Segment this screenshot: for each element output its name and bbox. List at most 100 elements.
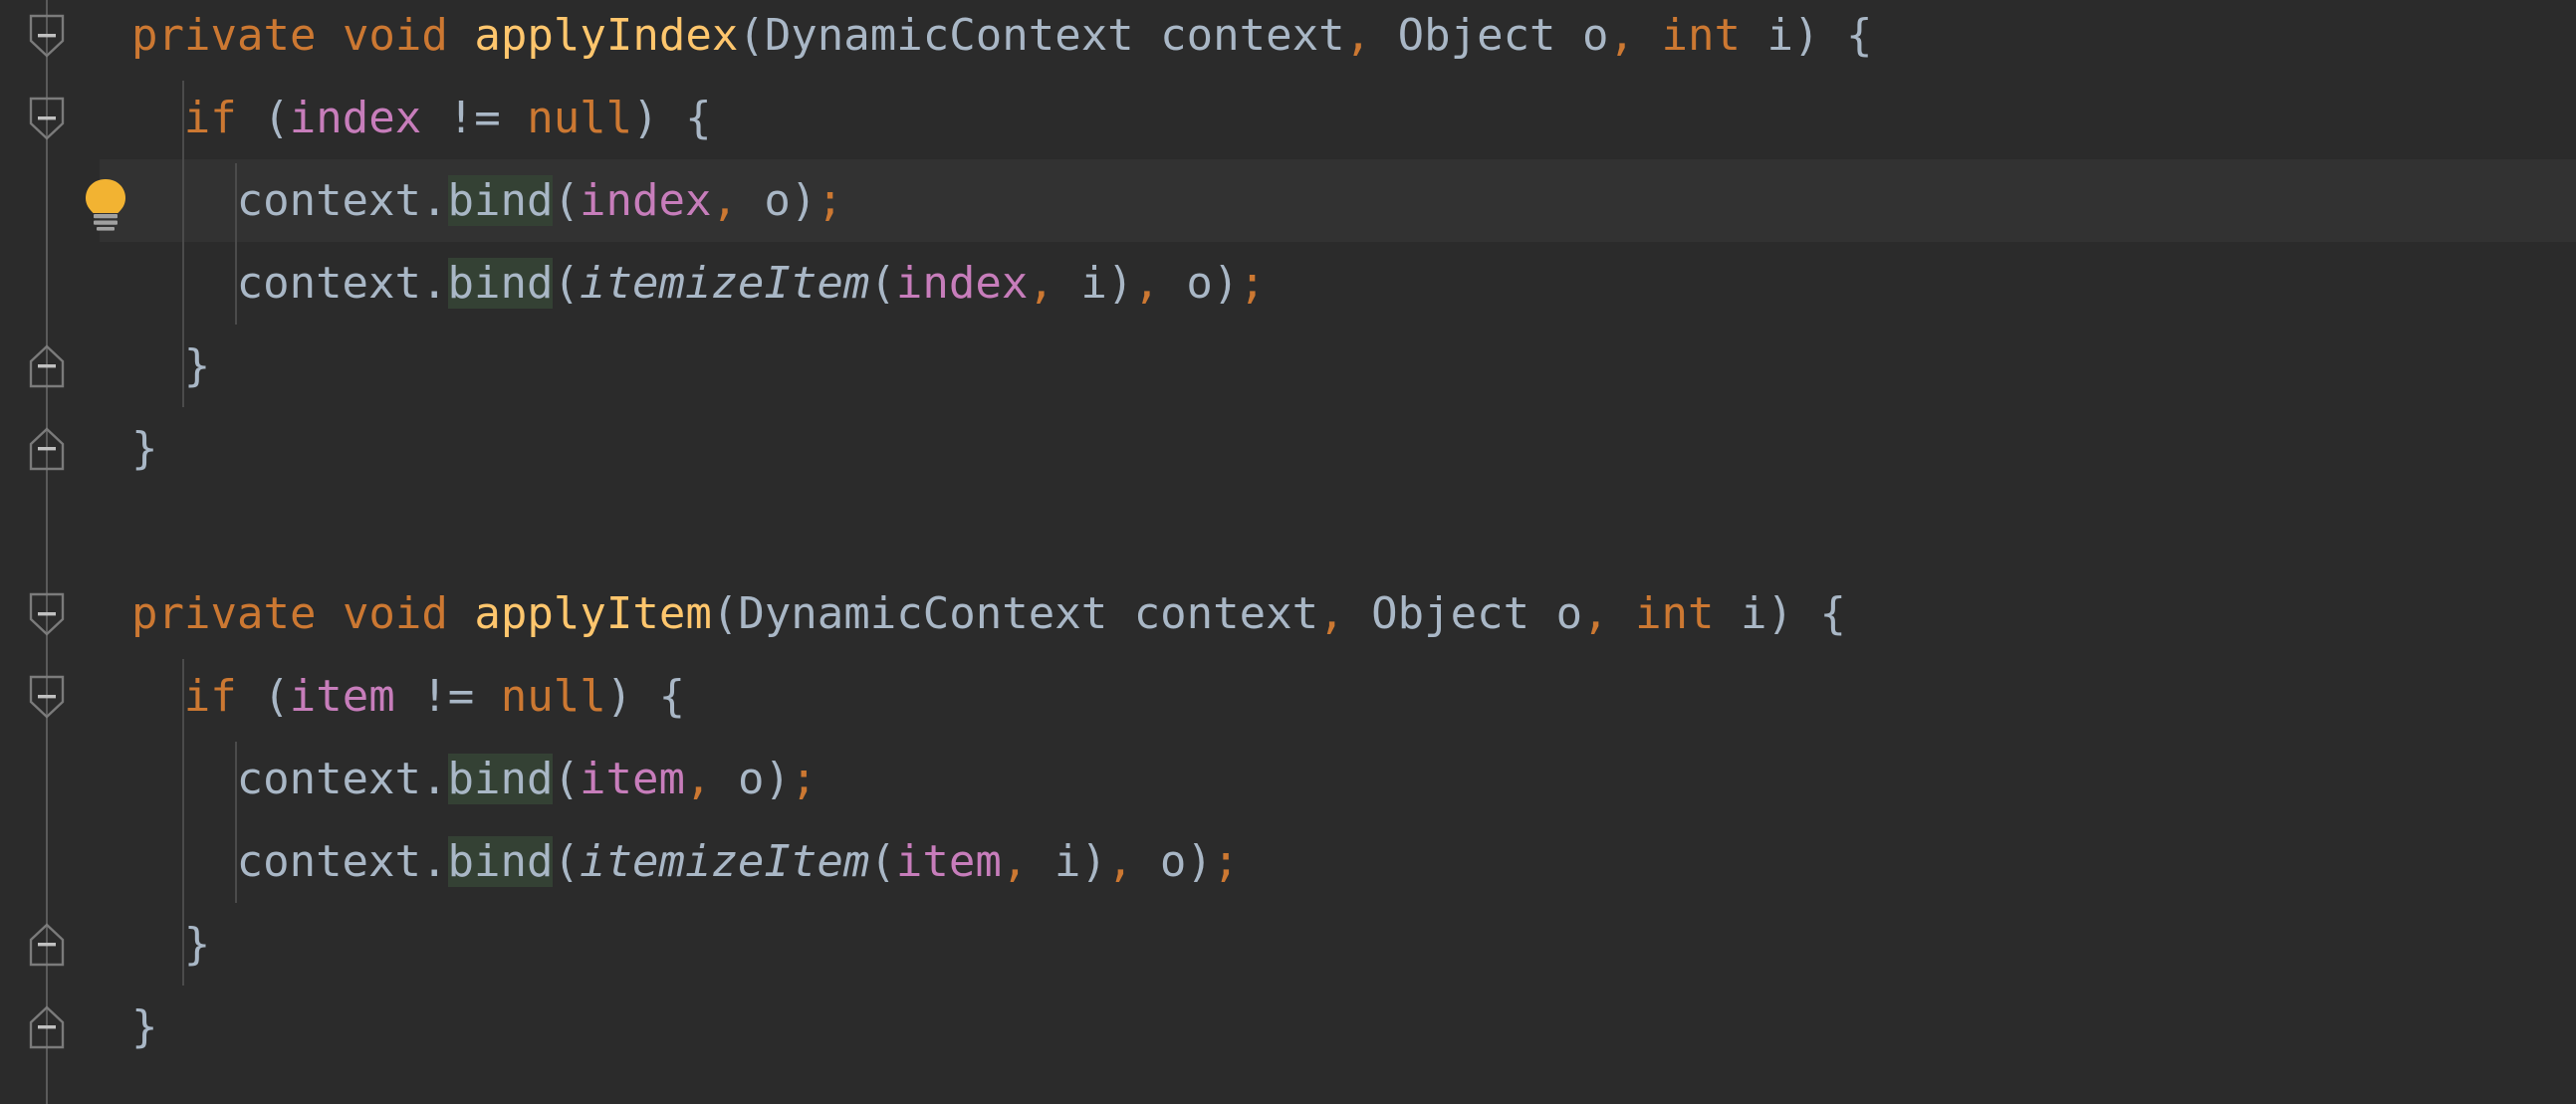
code-token: context [1107,588,1319,639]
code-token: ; [817,175,843,226]
code-token: context. [236,836,448,887]
code-token: ( [553,754,580,804]
code-editor[interactable]: private void applyIndex(DynamicContext c… [0,0,2576,1104]
code-token: bind [447,258,554,309]
code-token: i [1714,588,1767,639]
fold-marker-applyitem-method[interactable] [28,591,66,637]
fold-marker-applyindex-method[interactable] [28,13,66,59]
code-token: } [183,919,211,970]
code-line[interactable]: if (item != null) { [100,655,685,738]
code-line[interactable]: context.bind(itemizeItem(item, i), o); [100,820,1239,903]
code-token: ; [1239,258,1266,309]
code-token: context. [236,258,448,309]
code-token: , [1344,10,1372,61]
code-token: o [737,175,791,226]
code-token: o [1529,588,1583,639]
fold-marker-applyindex-method-end[interactable] [28,426,66,472]
fold-marker-applyindex-if[interactable] [28,96,66,141]
code-token: int [1635,588,1715,639]
code-token: null [527,93,633,143]
fold-marker-applyitem-if[interactable] [28,674,66,720]
fold-marker-applyitem-if-end[interactable] [28,922,66,968]
code-token: ) { [1766,588,1847,639]
code-token: , [1001,836,1029,887]
fold-marker-applyitem-method-end[interactable] [28,1004,66,1050]
code-token: , [711,175,738,226]
code-token: ) [1212,258,1240,309]
code-token: } [131,1001,158,1052]
code-token: bind [447,836,554,887]
code-token: , [1028,258,1054,309]
code-line[interactable] [100,490,158,572]
code-token: private [131,588,317,639]
code-token: itemizeItem [579,258,870,309]
code-token: o [1555,10,1609,61]
code-token: ( [553,175,580,226]
code-token: context [1133,10,1345,61]
code-line[interactable]: } [100,903,211,986]
code-line[interactable]: if (index != null) { [100,77,712,159]
code-token: ( [869,836,896,887]
code-token: item [895,836,1002,887]
code-line[interactable]: context.bind(index, o); [100,159,843,242]
code-token: != [421,671,475,722]
code-token: itemizeItem [579,836,870,887]
code-token: index [579,175,712,226]
code-token: i [1741,10,1794,61]
code-token: DynamicContext [764,10,1134,61]
code-token: ) [1106,258,1134,309]
code-token: } [183,340,211,391]
code-line[interactable]: } [100,986,158,1068]
code-token: if [183,93,237,143]
code-token: void [342,10,448,61]
code-token: item [579,754,685,804]
code-token: ) { [632,93,712,143]
code-token: Object [1371,588,1530,639]
code-line[interactable]: private void applyItem(DynamicContext co… [100,572,1846,655]
code-token: ; [1212,836,1240,887]
code-token: , [1133,258,1160,309]
code-token: ( [553,836,580,887]
code-token: index [289,93,422,143]
code-line[interactable]: context.bind(item, o); [100,738,817,820]
code-token: ) [1080,836,1107,887]
code-token: context. [236,175,448,226]
code-token: ( [869,258,896,309]
code-token: Object [1397,10,1556,61]
code-token: , [1106,836,1134,887]
code-token: ( [738,10,765,61]
code-token: void [342,588,448,639]
code-token: null [500,671,606,722]
code-token: applyIndex [474,10,739,61]
code-token: i [1028,836,1081,887]
code-token: , [1608,10,1636,61]
code-token: item [289,671,395,722]
editor-gutter[interactable] [0,0,125,1104]
code-surface[interactable]: private void applyIndex(DynamicContext c… [0,0,2576,1104]
fold-marker-applyindex-if-end[interactable] [28,343,66,389]
code-line[interactable]: } [100,407,158,490]
code-token: , [684,754,712,804]
code-token: context. [236,754,448,804]
code-token: ( [236,671,290,722]
code-token: o [1159,258,1213,309]
lightbulb-icon[interactable] [76,173,135,233]
code-line[interactable]: } [100,325,211,407]
code-token: o [1133,836,1187,887]
code-token: ( [711,588,739,639]
code-line[interactable]: context.bind(itemizeItem(index, i), o); [100,242,1266,325]
code-token: o [711,754,765,804]
code-token: private [131,10,317,61]
code-token: ; [790,754,818,804]
code-line[interactable]: private void applyIndex(DynamicContext c… [100,0,1873,77]
code-token: , [1582,588,1609,639]
